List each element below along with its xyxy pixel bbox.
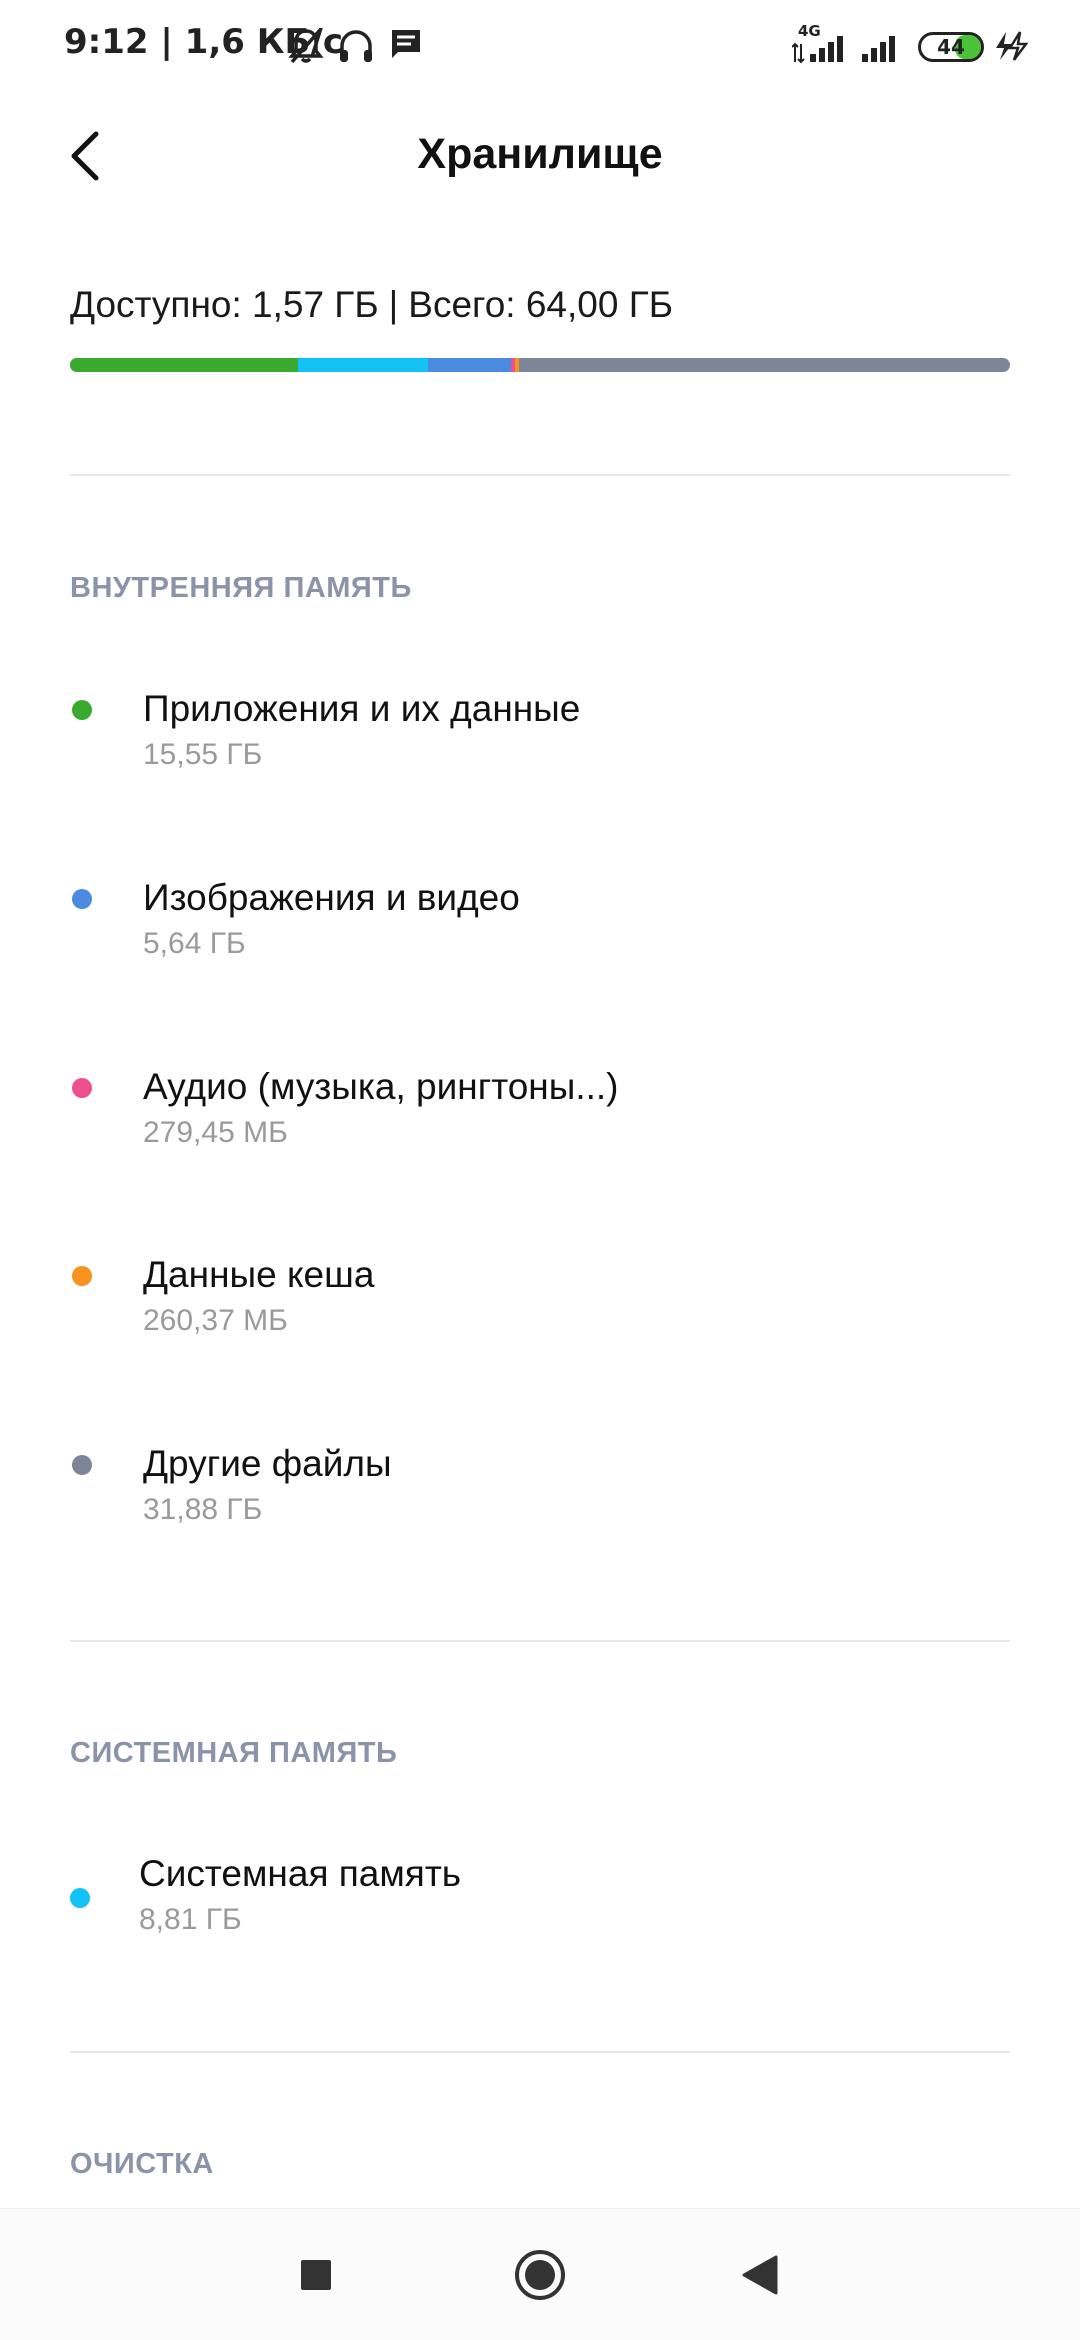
audio-color-dot (72, 1078, 92, 1098)
recents-button[interactable] (284, 2243, 348, 2307)
storage-summary: Доступно: 1,57 ГБ | Всего: 64,00 ГБ (70, 284, 673, 326)
item-size: 279,45 МБ (143, 1116, 288, 1149)
storage-item-system[interactable]: Системная память 8,81 ГБ (0, 1845, 1080, 1975)
bell-off-icon (286, 26, 326, 71)
item-size: 31,88 ГБ (143, 1493, 263, 1526)
item-size: 8,81 ГБ (139, 1903, 242, 1936)
charging-icon (992, 28, 1029, 69)
storage-item-images[interactable]: Изображения и видео 5,64 ГБ (0, 869, 1080, 999)
available-storage: Доступно: 1,57 ГБ (70, 284, 379, 325)
section-header-system: СИСТЕМНАЯ ПАМЯТЬ (70, 1737, 398, 1769)
storage-usage-bar (70, 358, 1010, 372)
item-label: Данные кеша (143, 1254, 375, 1295)
total-storage: Всего: 64,00 ГБ (408, 284, 674, 325)
storage-item-other[interactable]: Другие файлы 31,88 ГБ (0, 1435, 1080, 1565)
home-button[interactable] (508, 2243, 572, 2307)
images-color-dot (72, 889, 92, 909)
status-bar: 9:12 | 1,6 КБ/с 4G 44 (0, 0, 1080, 96)
item-label: Системная память (139, 1853, 462, 1894)
section-header-internal: ВНУТРЕННЯЯ ПАМЯТЬ (70, 572, 412, 604)
back-nav-button[interactable] (730, 2243, 794, 2307)
item-label: Аудио (музыка, рингтоны...) (143, 1066, 619, 1107)
circle-icon (515, 2250, 565, 2300)
navigation-bar (0, 2208, 1080, 2340)
item-label: Изображения и видео (143, 877, 520, 918)
square-icon (301, 2260, 331, 2290)
usage-segment-images (427, 358, 511, 372)
signal-icon (791, 32, 848, 69)
storage-item-audio[interactable]: Аудио (музыка, рингтоны...) 279,45 МБ (0, 1058, 1080, 1188)
triangle-back-icon (742, 2255, 778, 2295)
item-label: Другие файлы (143, 1443, 392, 1484)
other-color-dot (72, 1455, 92, 1475)
divider (70, 2051, 1010, 2053)
item-label: Приложения и их данные (143, 688, 581, 729)
system-color-dot (70, 1888, 90, 1908)
apps-color-dot (72, 700, 92, 720)
battery-level-text: 44 (937, 35, 965, 59)
divider (70, 474, 1010, 476)
section-header-cleanup: ОЧИСТКА (70, 2148, 214, 2180)
divider (70, 1640, 1010, 1642)
cache-color-dot (72, 1266, 92, 1286)
storage-screen: 9:12 | 1,6 КБ/с 4G 44 Хранилище Доступно… (0, 0, 1080, 2340)
usage-segment-system (298, 358, 428, 372)
storage-item-cache[interactable]: Данные кеша 260,37 МБ (0, 1246, 1080, 1376)
battery-icon: 44 (918, 32, 984, 62)
storage-item-apps[interactable]: Приложения и их данные 15,55 ГБ (0, 680, 1080, 810)
headphones-icon (336, 26, 376, 71)
item-size: 15,55 ГБ (143, 738, 263, 771)
usage-segment-apps (70, 358, 299, 372)
page-title: Хранилище (417, 130, 663, 178)
summary-separator: | (388, 284, 399, 325)
item-size: 5,64 ГБ (143, 927, 246, 960)
signal-icon (860, 32, 902, 69)
message-icon (388, 26, 424, 67)
item-size: 260,37 МБ (143, 1304, 288, 1337)
usage-segment-other (518, 358, 987, 372)
